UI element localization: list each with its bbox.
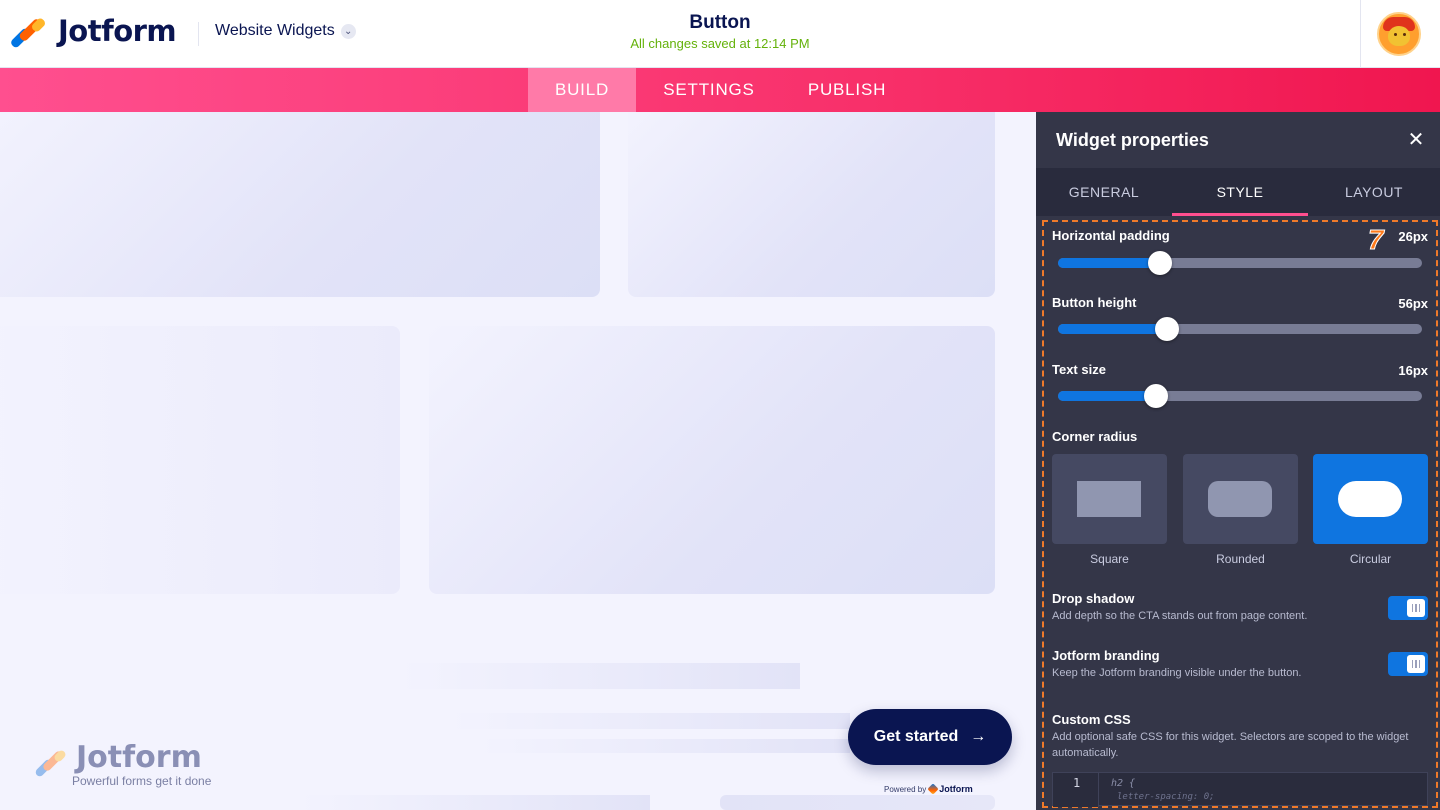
corner-radius-label: Corner radius (1052, 429, 1138, 444)
panel-header: Widget properties ✕ (1036, 112, 1440, 168)
text-size-value: 16px (1398, 363, 1428, 378)
drop-shadow-label: Drop shadow (1052, 591, 1135, 606)
rounded-label: Rounded (1216, 552, 1265, 566)
jotform-logo-icon (927, 783, 939, 795)
jotform-logo-icon (9, 15, 47, 49)
placeholder-line (450, 713, 850, 729)
square-label: Square (1090, 552, 1129, 566)
brand-name: Jotform (58, 14, 177, 48)
tab-publish[interactable]: PUBLISH (796, 68, 898, 112)
corner-radius-circular[interactable] (1313, 454, 1428, 544)
horizontal-padding-value: 26px (1398, 229, 1428, 244)
panel-title: Widget properties (1056, 130, 1209, 150)
line-number: 1 (1073, 776, 1081, 790)
placeholder-line (720, 795, 995, 810)
corner-radius-square[interactable] (1052, 454, 1167, 544)
code-line: h2 { (1111, 778, 1136, 789)
watermark-tagline: Powerful forms get it done (72, 774, 212, 788)
save-status: All changes saved at 12:14 PM (630, 36, 810, 51)
jotform-logo-icon (34, 748, 68, 778)
title-block: Button All changes saved at 12:14 PM (560, 12, 880, 51)
breadcrumb-dropdown[interactable]: Website Widgets ⌄ (215, 22, 356, 40)
close-icon[interactable]: ✕ (1406, 130, 1426, 150)
branding-toggle[interactable] (1388, 652, 1428, 676)
drop-shadow-toggle[interactable] (1388, 596, 1428, 620)
get-started-button[interactable]: Get started → (848, 709, 1012, 765)
placeholder-block (628, 112, 995, 297)
line-gutter: 1 (1053, 773, 1099, 807)
custom-css-editor[interactable]: 1 h2 { letter-spacing: 0; (1052, 772, 1428, 807)
breadcrumb-label: Website Widgets (215, 22, 335, 39)
placeholder-line (480, 739, 850, 753)
active-tab-indicator (1172, 213, 1308, 216)
watermark-brand: Jotform (76, 740, 202, 775)
toggle-knob (1407, 599, 1425, 617)
chevron-down-icon: ⌄ (340, 23, 356, 39)
preview-canvas: Jotform Powerful forms get it done Get s… (0, 112, 1036, 810)
placeholder-block (0, 112, 600, 297)
custom-css-description: Add optional safe CSS for this widget. S… (1052, 731, 1409, 759)
tab-style[interactable]: STYLE (1172, 168, 1308, 216)
button-height-value: 56px (1398, 296, 1428, 311)
tab-layout[interactable]: LAYOUT (1308, 168, 1440, 216)
branding-label: Jotform branding (1052, 648, 1160, 663)
user-avatar[interactable] (1377, 12, 1421, 56)
slider-fill (1058, 391, 1157, 401)
placeholder-line (400, 663, 800, 689)
tab-general[interactable]: GENERAL (1036, 168, 1172, 216)
slider-fill (1058, 258, 1160, 268)
horizontal-padding-label: Horizontal padding (1052, 228, 1170, 243)
placeholder-block (429, 326, 995, 594)
button-height-slider[interactable] (1058, 317, 1422, 341)
text-size-slider[interactable] (1058, 384, 1422, 408)
placeholder-block (0, 326, 400, 594)
powered-by-branding[interactable]: Powered by Jotform (884, 783, 973, 795)
circular-label: Circular (1349, 552, 1392, 566)
slider-handle[interactable] (1147, 251, 1172, 275)
powered-by-text: Powered by (884, 784, 927, 794)
custom-css-label: Custom CSS (1052, 712, 1131, 727)
square-shape-icon (1077, 481, 1141, 517)
powered-by-brand: Jotform (939, 784, 973, 794)
cta-label: Get started (873, 728, 959, 745)
builder-nav: BUILD SETTINGS PUBLISH (0, 68, 1440, 112)
top-header: Jotform Website Widgets ⌄ Button All cha… (0, 0, 1440, 68)
tab-settings[interactable]: SETTINGS (650, 68, 768, 112)
horizontal-padding-slider[interactable] (1058, 251, 1422, 275)
panel-tabs: GENERAL STYLE LAYOUT (1036, 168, 1440, 216)
text-size-label: Text size (1052, 362, 1106, 377)
page-title: Button (689, 12, 751, 33)
slider-handle[interactable] (1155, 317, 1180, 341)
rounded-shape-icon (1208, 481, 1272, 517)
slider-fill (1058, 324, 1168, 334)
toggle-knob (1407, 655, 1425, 673)
header-divider (198, 22, 199, 46)
corner-radius-rounded[interactable] (1183, 454, 1298, 544)
tab-build[interactable]: BUILD (528, 68, 636, 112)
button-height-label: Button height (1052, 295, 1137, 310)
placeholder-line (300, 795, 650, 810)
branding-description: Keep the Jotform branding visible under … (1052, 667, 1302, 679)
code-line: letter-spacing: 0; (1117, 792, 1215, 802)
drop-shadow-description: Add depth so the CTA stands out from pag… (1052, 610, 1308, 622)
pill-shape-icon (1338, 481, 1402, 517)
avatar-divider (1360, 0, 1361, 68)
jotform-logo[interactable]: Jotform (9, 13, 177, 49)
arrow-right-icon: → (970, 728, 987, 745)
